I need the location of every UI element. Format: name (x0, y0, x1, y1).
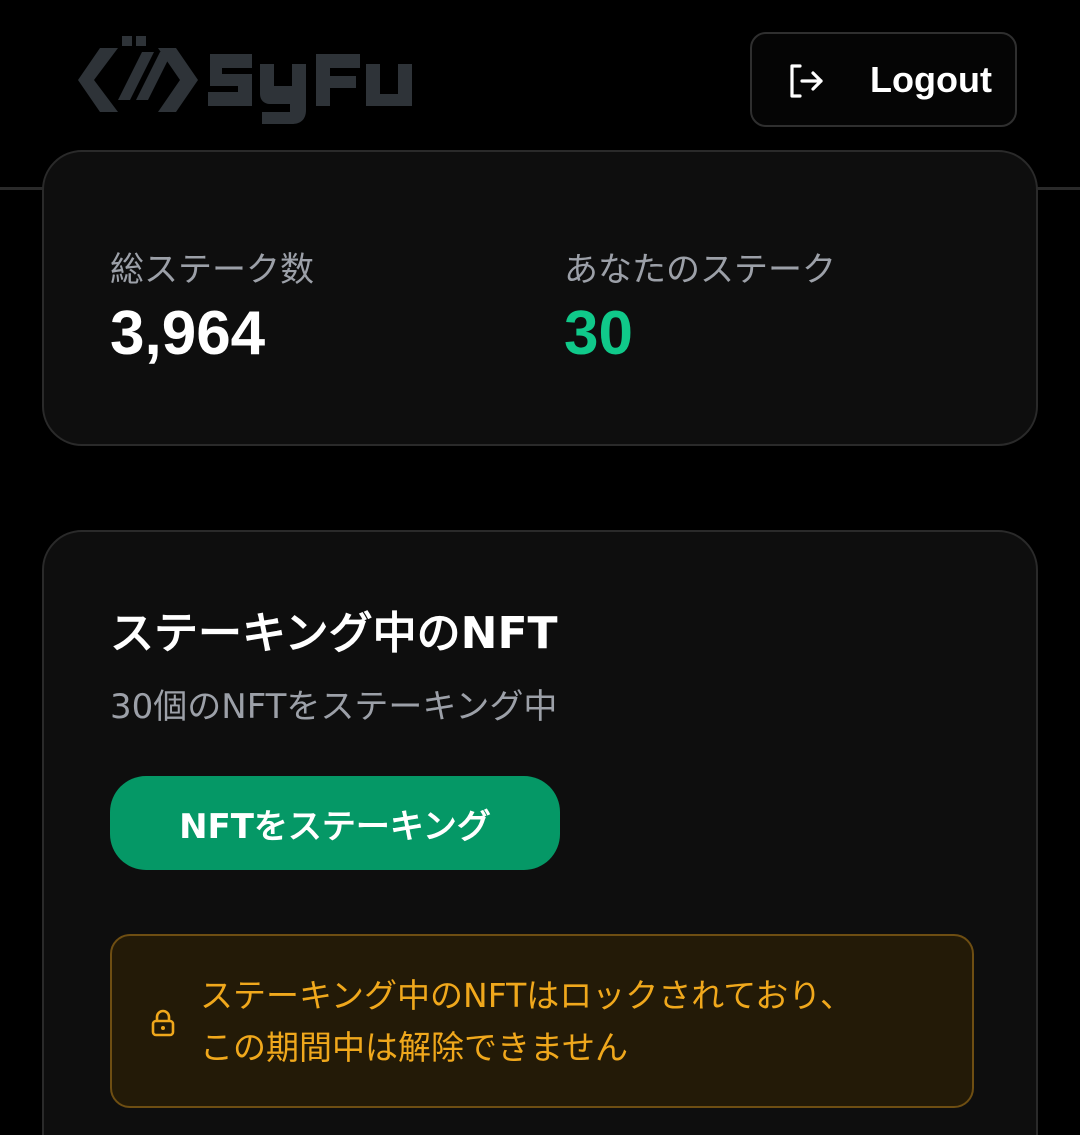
your-stake-value: 30 (564, 299, 633, 368)
total-stake-stat: 総ステーク数 3,964 (110, 244, 314, 370)
lock-notice-line-2: この期間中は解除できません (200, 1028, 629, 1067)
lock-notice: ステーキング中のNFTはロックされており、 この期間中は解除できません (110, 934, 974, 1108)
total-stake-label: 総ステーク数 (110, 250, 314, 290)
your-stake-stat: あなたのステーク 30 (564, 244, 836, 370)
page: Logout 総ステーク数 3,964 あなたのステーク 30 ステーキング中の… (0, 0, 1080, 1135)
your-stake-label: あなたのステーク (564, 250, 836, 290)
lock-notice-text: ステーキング中のNFTはロックされており、 この期間中は解除できません (200, 970, 940, 1074)
logout-button[interactable]: Logout (750, 32, 1017, 127)
lock-notice-line-1: ステーキング中のNFTはロックされており、 (200, 976, 853, 1015)
logout-label: Logout (870, 59, 992, 100)
section-subtitle: 30個のNFTをステーキング中 (110, 687, 558, 727)
logout-icon (790, 64, 823, 98)
total-stake-value: 3,964 (110, 299, 266, 368)
syfu-logo[interactable] (78, 30, 418, 130)
lock-icon (151, 1009, 175, 1037)
section-title: ステーキング中のNFT (110, 608, 558, 659)
staking-nft-card: ステーキング中のNFT 30個のNFTをステーキング中 NFTをステーキング ス… (42, 530, 1038, 1135)
stake-stats-card: 総ステーク数 3,964 あなたのステーク 30 (42, 150, 1038, 446)
stake-nft-button[interactable]: NFTをステーキング (110, 776, 560, 870)
